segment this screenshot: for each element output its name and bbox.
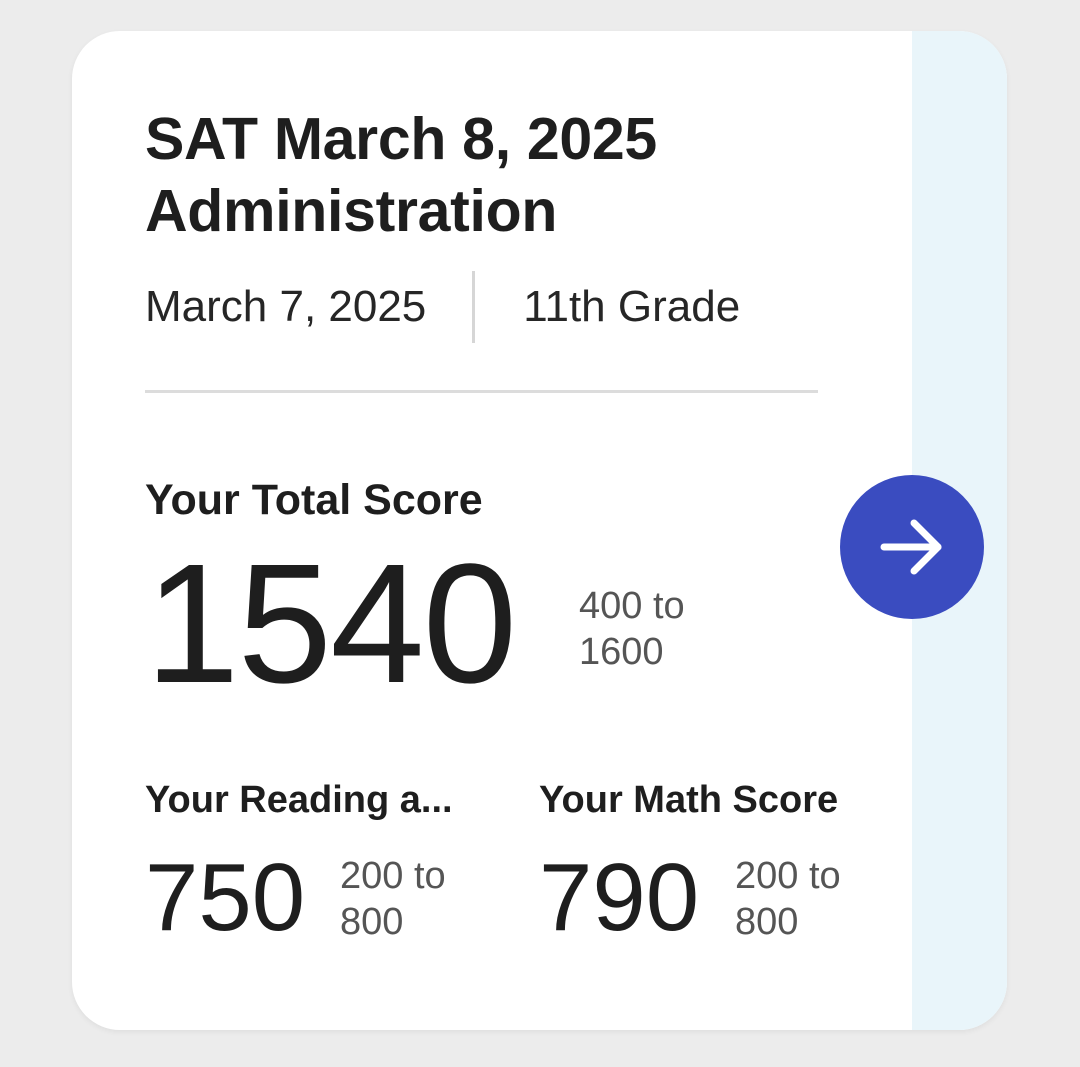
reading-score-label: Your Reading a... <box>145 779 453 821</box>
total-score-range: 400 to 1600 <box>579 585 685 673</box>
total-score-value: 1540 <box>145 529 517 719</box>
test-date: March 7, 2025 <box>145 282 427 331</box>
test-meta: March 7, 2025 11th Grade <box>145 271 740 343</box>
math-score-value: 790 <box>539 844 700 951</box>
math-score-range: 200 to 800 <box>735 855 841 943</box>
math-score-label: Your Math Score <box>539 779 839 821</box>
reading-score-range: 200 to 800 <box>340 855 446 943</box>
total-score-label: Your Total Score <box>145 476 483 524</box>
view-details-button[interactable] <box>840 475 984 619</box>
meta-divider <box>472 271 476 343</box>
reading-score-value: 750 <box>145 844 306 951</box>
arrow-right-icon <box>880 519 942 575</box>
test-grade: 11th Grade <box>523 282 741 331</box>
section-divider <box>145 390 818 393</box>
test-title: SAT March 8, 2025 Administration <box>145 106 657 244</box>
